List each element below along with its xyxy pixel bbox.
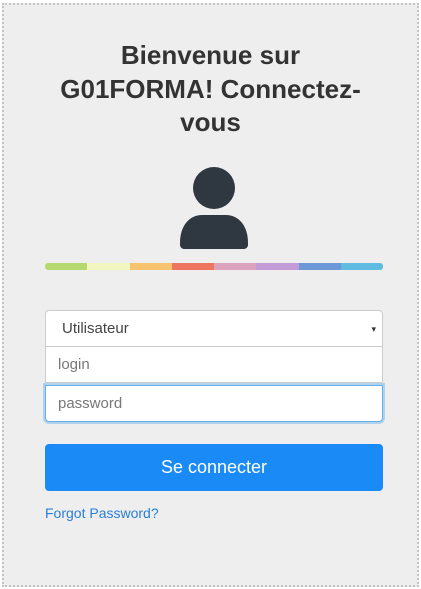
color-stripe-segment bbox=[298, 263, 341, 270]
color-stripe-segment bbox=[45, 263, 88, 270]
role-select-value: Utilisateur bbox=[62, 320, 129, 337]
password-input[interactable] bbox=[45, 385, 383, 422]
color-stripe-segment bbox=[87, 263, 130, 270]
color-stripe-segment bbox=[256, 263, 299, 270]
color-stripe-segment bbox=[340, 263, 383, 270]
login-card: Bienvenue sur G01FORMA! Connectez-vous U… bbox=[2, 3, 419, 587]
page-title: Bienvenue sur G01FORMA! Connectez-vous bbox=[60, 40, 361, 137]
user-icon bbox=[180, 167, 248, 249]
chevron-down-icon: ▾ bbox=[371, 324, 376, 334]
login-button[interactable]: Se connecter bbox=[45, 444, 383, 491]
color-stripe bbox=[45, 263, 383, 270]
color-stripe-segment bbox=[171, 263, 214, 270]
login-form: Utilisateur ▾ Se connecter Forgot Passwo… bbox=[45, 310, 383, 521]
role-select[interactable]: Utilisateur ▾ bbox=[45, 310, 383, 347]
forgot-password-link[interactable]: Forgot Password? bbox=[45, 505, 383, 521]
color-stripe-segment bbox=[129, 263, 172, 270]
color-stripe-segment bbox=[214, 263, 257, 270]
login-input[interactable] bbox=[45, 346, 383, 383]
